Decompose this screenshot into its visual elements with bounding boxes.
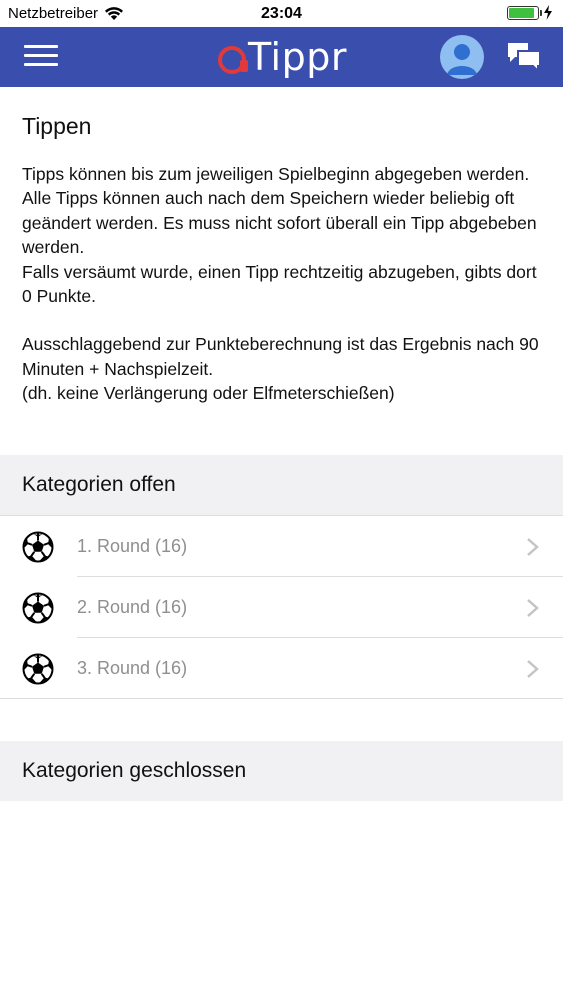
info-text: Tipps können bis zum jeweiligen Spielbeg… bbox=[22, 162, 542, 406]
chevron-right-icon bbox=[527, 660, 539, 678]
list-divider bbox=[0, 698, 563, 699]
info-paragraph: Falls versäumt wurde, einen Tipp rechtze… bbox=[22, 261, 537, 307]
list-item[interactable]: 1. Round (16) bbox=[0, 516, 563, 577]
list-item[interactable]: 3. Round (16) bbox=[0, 638, 563, 699]
info-paragraph: Alle Tipps können auch nach dem Speicher… bbox=[22, 188, 537, 258]
battery-level bbox=[509, 7, 534, 18]
charging-bolt-icon bbox=[544, 5, 552, 20]
list-item-label: 2. Round (16) bbox=[77, 597, 188, 617]
section-header-open: Kategorien offen bbox=[0, 455, 563, 515]
app-logo: Tippr bbox=[218, 33, 347, 81]
battery-area bbox=[507, 5, 553, 20]
chat-bubbles-icon[interactable] bbox=[506, 41, 542, 74]
chevron-right-icon bbox=[527, 538, 539, 556]
info-paragraph: Tipps können bis zum jeweiligen Spielbeg… bbox=[22, 164, 530, 184]
soccer-ball-icon bbox=[22, 592, 54, 624]
page-title: Tippen bbox=[22, 113, 92, 139]
navigation-bar: Tippr bbox=[0, 27, 563, 87]
status-time: 23:04 bbox=[261, 5, 302, 22]
soccer-ball-icon bbox=[22, 653, 54, 685]
list-item[interactable]: 2. Round (16) bbox=[0, 577, 563, 638]
info-paragraph: (dh. keine Verlängerung oder Elfmetersch… bbox=[22, 383, 395, 404]
list-item-label: 3. Round (16) bbox=[77, 658, 188, 678]
section-header-closed: Kategorien geschlossen bbox=[0, 741, 563, 801]
battery-icon bbox=[507, 5, 542, 20]
list-item-label: 1. Round (16) bbox=[77, 536, 188, 556]
info-paragraph: Ausschlaggebend zur Punkteberechnung ist… bbox=[22, 334, 539, 379]
logo-text: Tippr bbox=[248, 35, 347, 79]
soccer-ball-icon bbox=[22, 531, 54, 563]
avatar-icon[interactable] bbox=[440, 35, 484, 79]
chevron-right-icon bbox=[527, 599, 539, 617]
hamburger-menu-icon[interactable] bbox=[24, 45, 58, 69]
status-bar: Netzbetreiber 23:04 bbox=[0, 0, 563, 27]
logo-mark-icon bbox=[218, 46, 248, 74]
